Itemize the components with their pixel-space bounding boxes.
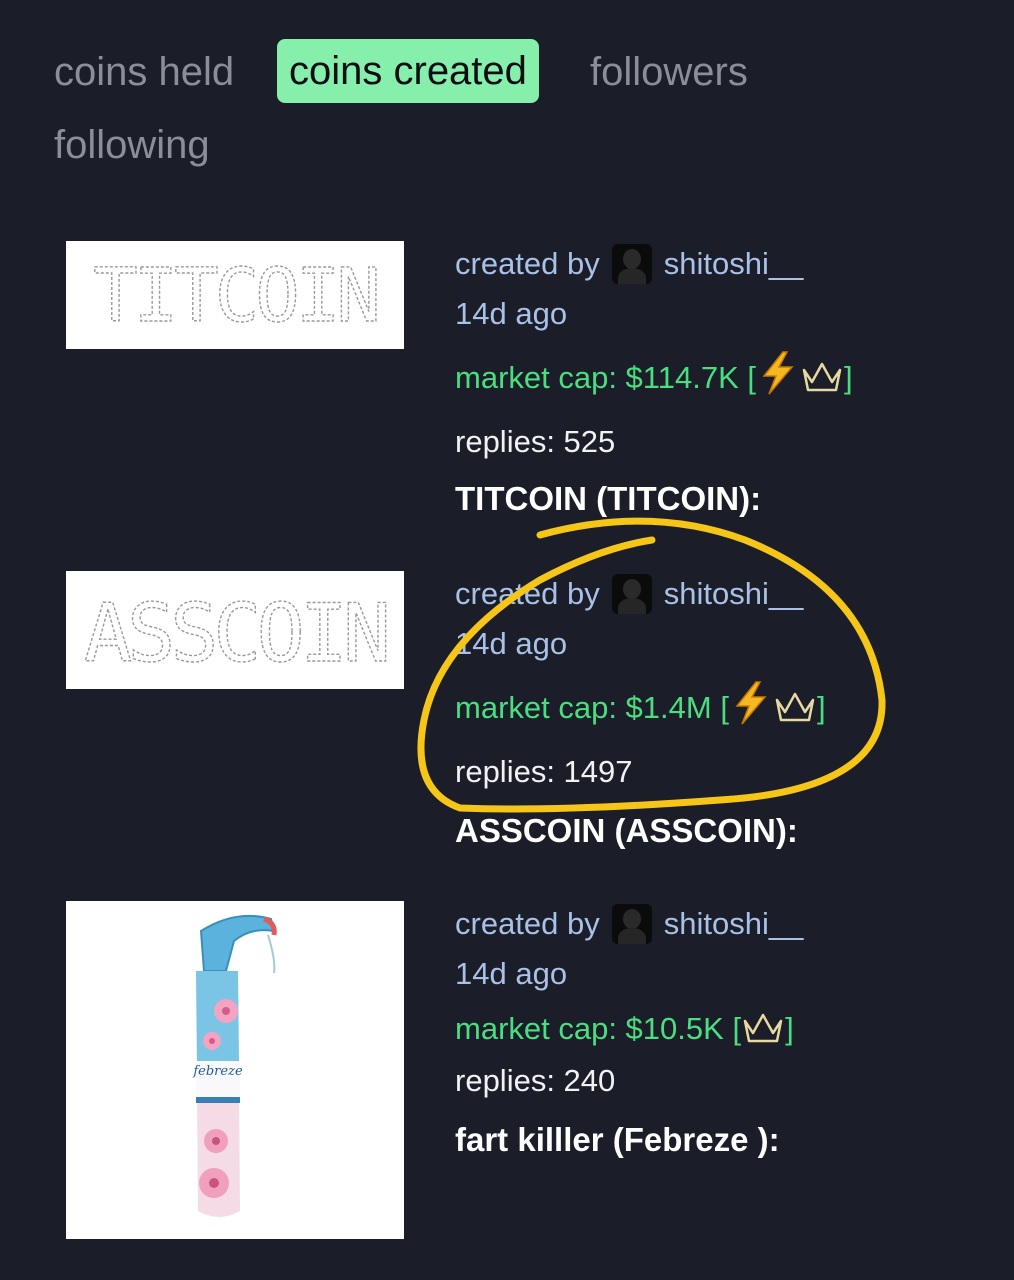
crown-icon: [775, 692, 815, 722]
creator-name[interactable]: shitoshi__: [664, 246, 804, 281]
created-by-label: created by: [455, 906, 600, 941]
market-cap: market cap: $10.5K: [455, 1011, 724, 1046]
lightning-icon: [762, 351, 794, 395]
titcoin-ascii-logo: TITCOIN: [92, 252, 381, 339]
creator-line: created by shitoshi__: [455, 244, 803, 284]
coin-image[interactable]: TITCOIN: [66, 241, 404, 349]
avatar[interactable]: [611, 904, 652, 944]
tab-followers[interactable]: followers: [590, 52, 748, 92]
market-cap-line: market cap: $1.4M []: [455, 680, 826, 726]
crown-icon: [743, 1013, 783, 1043]
tab-coins-held[interactable]: coins held: [54, 52, 234, 92]
replies: replies: 1497: [455, 754, 633, 789]
image-text: ASSCOIN: [84, 587, 386, 680]
febreze-bottle-image: febreze: [192, 914, 277, 1217]
creator-line: created by shitoshi__: [455, 904, 803, 944]
avatar[interactable]: [611, 244, 652, 284]
creator-name[interactable]: shitoshi__: [664, 576, 804, 611]
coin-image[interactable]: febreze: [66, 901, 404, 1239]
created-by-label: created by: [455, 576, 600, 611]
coin-name[interactable]: TITCOIN (TITCOIN):: [455, 482, 761, 515]
created-by-label: created by: [455, 246, 600, 281]
age: 14d ago: [455, 956, 568, 991]
creator-line: created by shitoshi__: [455, 574, 803, 614]
age: 14d ago: [455, 626, 568, 661]
replies: replies: 525: [455, 424, 616, 459]
market-cap: market cap: $114.7K: [455, 360, 739, 395]
coin-name[interactable]: fart killler (Febreze ):: [455, 1123, 780, 1156]
tab-following[interactable]: following: [54, 125, 210, 165]
lightning-icon: [735, 681, 767, 725]
crown-icon: [802, 362, 842, 392]
tab-coins-created[interactable]: coins created: [277, 39, 539, 103]
coin-image[interactable]: ASSCOIN: [66, 571, 404, 689]
market-cap-line: market cap: $10.5K []: [455, 1011, 794, 1046]
creator-name[interactable]: shitoshi__: [664, 906, 804, 941]
avatar[interactable]: [611, 574, 652, 614]
asscoin-ascii-logo: ASSCOIN: [83, 586, 392, 680]
age: 14d ago: [455, 296, 568, 331]
market-cap: market cap: $1.4M: [455, 690, 712, 725]
image-text: febreze: [192, 1064, 243, 1079]
market-cap-line: market cap: $114.7K []: [455, 350, 853, 396]
coin-name[interactable]: ASSCOIN (ASSCOIN):: [455, 814, 798, 847]
replies: replies: 240: [455, 1063, 616, 1098]
image-text: TITCOIN: [93, 253, 377, 339]
